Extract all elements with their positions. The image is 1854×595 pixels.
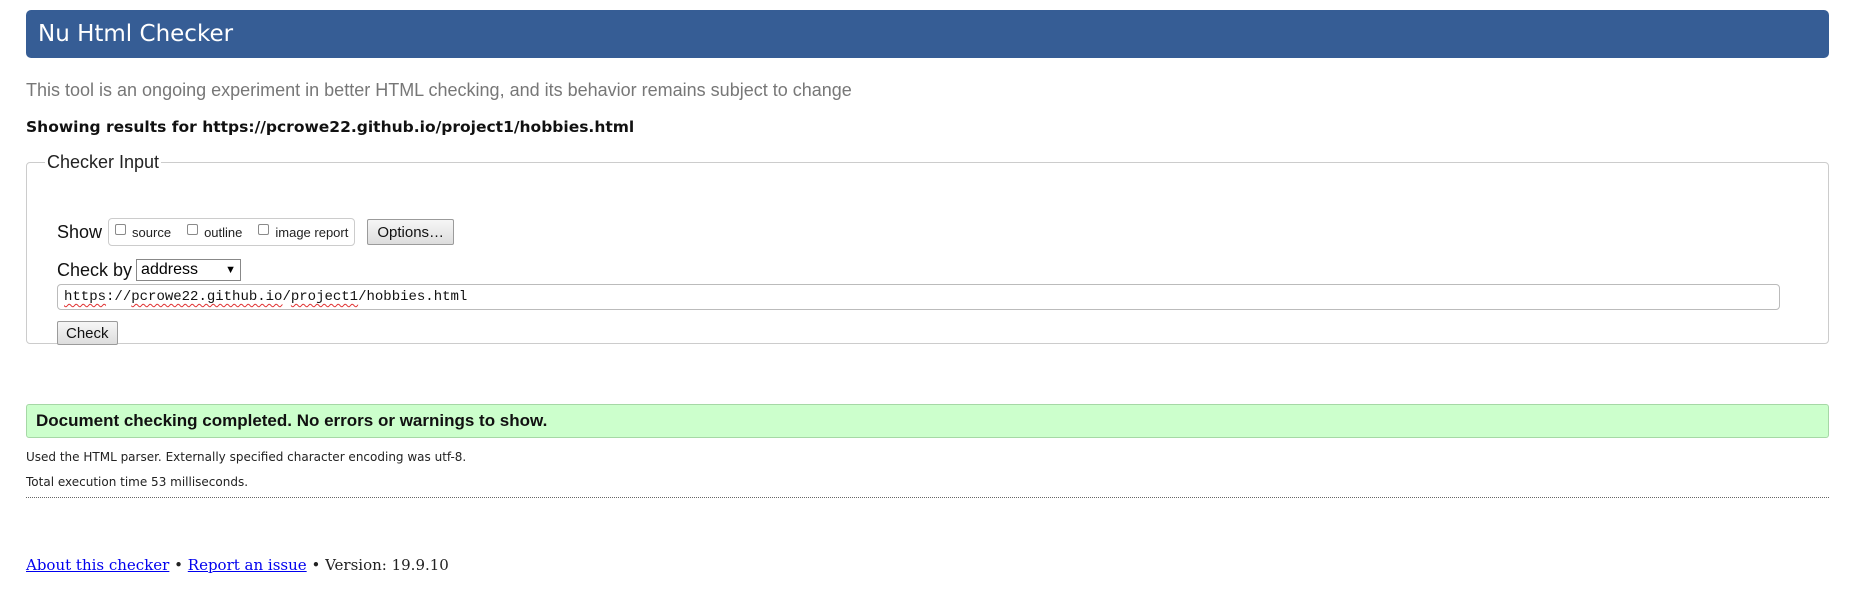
parser-note: Used the HTML parser. Externally specifi…	[26, 450, 467, 464]
footer-separator: •	[174, 556, 183, 574]
check-button[interactable]: Check	[57, 321, 118, 345]
header-bar: Nu Html Checker	[26, 10, 1829, 58]
url-file: /hobbies.html	[358, 289, 468, 305]
show-options-group: source outline image report	[108, 218, 356, 246]
option-outline[interactable]: outline	[187, 223, 243, 240]
check-by-value: address	[141, 261, 198, 278]
execution-time: Total execution time 53 milliseconds.	[26, 475, 249, 489]
checker-input-legend: Checker Input	[47, 152, 160, 172]
about-link[interactable]: About this checker	[26, 556, 169, 574]
outline-checkbox[interactable]	[187, 223, 199, 235]
url-host: pcrowe22.github.io	[131, 289, 283, 305]
source-checkbox[interactable]	[115, 223, 127, 235]
option-image-report[interactable]: image report	[258, 223, 349, 240]
check-by-label: Check by	[57, 259, 133, 280]
page-title: Nu Html Checker	[38, 21, 234, 47]
tagline: This tool is an ongoing experiment in be…	[26, 80, 852, 100]
check-by-row: Check by address ▼	[57, 257, 242, 283]
option-source[interactable]: source	[115, 223, 172, 240]
url-separator: ://	[106, 289, 132, 305]
options-button[interactable]: Options…	[367, 219, 455, 245]
url-project: project1	[290, 289, 359, 305]
success-message: Document checking completed. No errors o…	[26, 404, 1829, 438]
source-label: source	[132, 224, 172, 240]
url-slash: /	[282, 289, 291, 305]
show-options-row: Show source outline image report Options…	[57, 217, 455, 247]
divider	[26, 497, 1829, 498]
image-report-checkbox[interactable]	[258, 223, 270, 235]
url-scheme: https	[64, 289, 107, 305]
footer: About this checker • Report an issue • V…	[26, 556, 449, 574]
outline-label: outline	[204, 224, 243, 240]
check-by-select[interactable]: address ▼	[136, 259, 242, 281]
image-report-label: image report	[275, 224, 349, 240]
checker-input-fieldset: Checker Input Show source outline image …	[26, 152, 1829, 345]
dropdown-arrow-icon: ▼	[225, 264, 237, 276]
show-label: Show	[57, 221, 103, 242]
version-text: Version: 19.9.10	[325, 556, 449, 574]
results-for-heading: Showing results for https://pcrowe22.git…	[26, 118, 635, 136]
url-input[interactable]: https://pcrowe22.github.io / project1/hobb…	[57, 284, 1780, 310]
footer-separator: •	[311, 556, 321, 574]
report-issue-link[interactable]: Report an issue	[188, 556, 307, 574]
